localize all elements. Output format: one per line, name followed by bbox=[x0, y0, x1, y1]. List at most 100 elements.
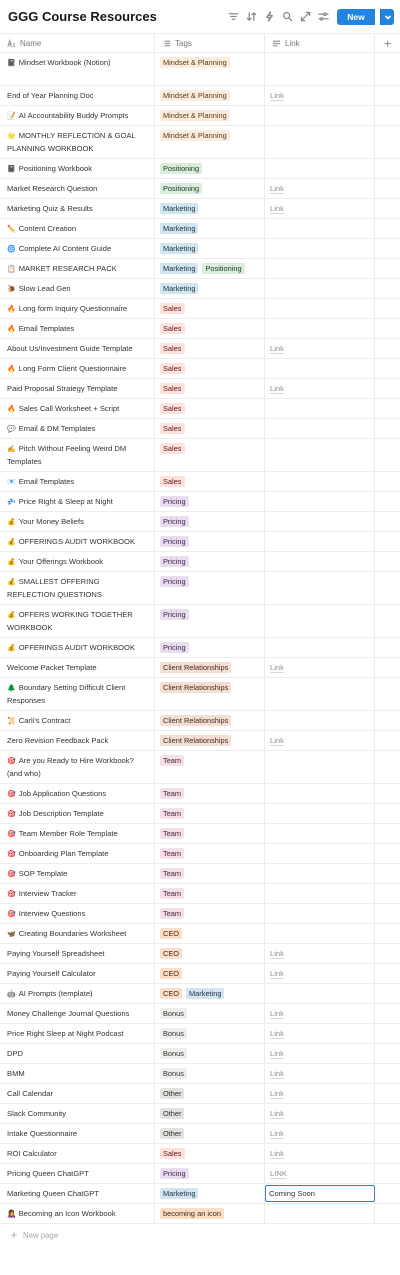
column-header-name[interactable]: Name bbox=[0, 34, 155, 52]
link-cell[interactable] bbox=[265, 106, 375, 125]
tags-cell[interactable]: Bonus bbox=[155, 1064, 265, 1083]
row-title-cell[interactable]: 🎯 Interview Tracker bbox=[0, 884, 155, 903]
row-title-cell[interactable]: Marketing Queen ChatGPT bbox=[0, 1184, 155, 1203]
row-title-cell[interactable]: 🔥 Sales Call Worksheet + Script bbox=[0, 399, 155, 418]
tags-cell[interactable]: Sales bbox=[155, 379, 265, 398]
tags-cell[interactable]: CEO bbox=[155, 944, 265, 963]
table-row[interactable]: 🎯 Job Application Questions Team bbox=[0, 784, 400, 804]
link-cell[interactable] bbox=[265, 984, 375, 1003]
new-page-button[interactable]: New page bbox=[0, 1224, 400, 1246]
row-title-cell[interactable]: 🎯 Interview Questions bbox=[0, 904, 155, 923]
row-title-cell[interactable]: 🎯 Job Application Questions bbox=[0, 784, 155, 803]
row-title-cell[interactable]: Price Right Sleep at Night Podcast bbox=[0, 1024, 155, 1043]
link-cell[interactable] bbox=[265, 678, 375, 710]
tags-cell[interactable]: Team bbox=[155, 784, 265, 803]
table-row[interactable]: Zero Revision Feedback Pack Client Relati… bbox=[0, 731, 400, 751]
table-row[interactable]: Welcome Packet Template Client Relationsh… bbox=[0, 658, 400, 678]
table-row[interactable]: 🔥 Long Form Client Questionnaire Sales bbox=[0, 359, 400, 379]
table-row[interactable]: 💰 OFFERINGS AUDIT WORKBOOK Pricing bbox=[0, 638, 400, 658]
link-cell[interactable] bbox=[265, 219, 375, 238]
tags-cell[interactable]: Sales bbox=[155, 319, 265, 338]
table-row[interactable]: 🎯 Interview Tracker Team bbox=[0, 884, 400, 904]
tags-cell[interactable]: Sales bbox=[155, 359, 265, 378]
link-cell[interactable]: LINK bbox=[265, 1164, 375, 1183]
tags-cell[interactable]: Sales bbox=[155, 299, 265, 318]
row-title-cell[interactable]: Call Calendar bbox=[0, 1084, 155, 1103]
table-row[interactable]: 🎯 Onboarding Plan Template Team bbox=[0, 844, 400, 864]
table-row[interactable]: 📓 Positioning Workbook Positioning bbox=[0, 159, 400, 179]
link-cell[interactable]: Link bbox=[265, 1004, 375, 1023]
row-title-cell[interactable]: 🌀 Complete AI Content Guide bbox=[0, 239, 155, 258]
row-title-cell[interactable]: DPD bbox=[0, 1044, 155, 1063]
link-cell[interactable]: Link bbox=[265, 339, 375, 358]
tags-cell[interactable]: Sales bbox=[155, 339, 265, 358]
table-row[interactable]: 🤖 AI Prompts (template) CEO Marketing bbox=[0, 984, 400, 1004]
link-cell[interactable] bbox=[265, 605, 375, 637]
link-cell[interactable] bbox=[265, 864, 375, 883]
link-cell[interactable] bbox=[265, 512, 375, 531]
row-title-cell[interactable]: Paying Yourself Spreadsheet bbox=[0, 944, 155, 963]
link-text[interactable]: Link bbox=[270, 384, 284, 394]
tags-cell[interactable]: Sales bbox=[155, 472, 265, 491]
table-row[interactable]: 💰 SMALLEST OFFERING REFLECTION QUESTIONS P… bbox=[0, 572, 400, 605]
row-title-cell[interactable]: 📓 Positioning Workbook bbox=[0, 159, 155, 178]
tags-cell[interactable]: Team bbox=[155, 751, 265, 783]
link-cell[interactable] bbox=[265, 711, 375, 730]
table-row[interactable]: About Us/Investment Guide Template Sales L… bbox=[0, 339, 400, 359]
row-title-cell[interactable]: 🎯 Onboarding Plan Template bbox=[0, 844, 155, 863]
link-cell[interactable]: Link bbox=[265, 964, 375, 983]
link-cell[interactable] bbox=[265, 884, 375, 903]
table-row[interactable]: 💰 OFFERINGS AUDIT WORKBOOK Pricing bbox=[0, 532, 400, 552]
table-row[interactable]: Paid Proposal Strategy Template Sales Link bbox=[0, 379, 400, 399]
tags-cell[interactable]: Team bbox=[155, 904, 265, 923]
link-text[interactable]: Link bbox=[270, 184, 284, 194]
tags-cell[interactable]: Team bbox=[155, 884, 265, 903]
tags-cell[interactable]: Marketing bbox=[155, 239, 265, 258]
row-title-cell[interactable]: 📓 Mindset Workbook (Notion) bbox=[0, 53, 155, 85]
link-text[interactable]: Link bbox=[270, 1029, 284, 1039]
row-title-cell[interactable]: 💰 OFFERINGS AUDIT WORKBOOK bbox=[0, 532, 155, 551]
link-cell[interactable] bbox=[265, 492, 375, 511]
table-row[interactable]: 🎯 Are you Ready to Hire Workbook? (and wh… bbox=[0, 751, 400, 784]
link-text[interactable]: Link bbox=[270, 204, 284, 214]
tags-cell[interactable]: Sales bbox=[155, 439, 265, 471]
row-title-cell[interactable]: ✍️ Pitch Without Feeling Weird DM Templat… bbox=[0, 439, 155, 471]
table-row[interactable]: 🦋 Creating Boundaries Worksheet CEO bbox=[0, 924, 400, 944]
tags-cell[interactable]: Sales bbox=[155, 419, 265, 438]
row-title-cell[interactable]: 🔥 Email Templates bbox=[0, 319, 155, 338]
search-icon[interactable] bbox=[281, 10, 294, 23]
link-cell[interactable]: Link bbox=[265, 1124, 375, 1143]
link-cell[interactable] bbox=[265, 572, 375, 604]
row-title-cell[interactable]: 💤 Price Right & Sleep at Night bbox=[0, 492, 155, 511]
row-title-cell[interactable]: 💰 OFFERINGS AUDIT WORKBOOK bbox=[0, 638, 155, 657]
link-text[interactable]: Link bbox=[270, 1069, 284, 1079]
link-text[interactable]: Link bbox=[270, 663, 284, 673]
link-text[interactable]: Link bbox=[270, 969, 284, 979]
table-row[interactable]: 📧 Email Templates Sales bbox=[0, 472, 400, 492]
row-title-cell[interactable]: 🎯 Job Description Template bbox=[0, 804, 155, 823]
row-title-cell[interactable]: 🎯 SOP Template bbox=[0, 864, 155, 883]
table-row[interactable]: 👩‍🎤 Becoming an Icon Workbook becoming an … bbox=[0, 1204, 400, 1224]
link-text[interactable]: Link bbox=[270, 1049, 284, 1059]
table-row[interactable]: Call Calendar Other Link bbox=[0, 1084, 400, 1104]
tags-cell[interactable]: Marketing bbox=[155, 199, 265, 218]
row-title-cell[interactable]: Paying Yourself Calculator bbox=[0, 964, 155, 983]
link-cell[interactable] bbox=[265, 419, 375, 438]
link-cell[interactable] bbox=[265, 532, 375, 551]
link-cell[interactable]: Link bbox=[265, 379, 375, 398]
row-title-cell[interactable]: Marketing Quiz & Results bbox=[0, 199, 155, 218]
table-row[interactable]: 💰 Your Money Beliefs Pricing bbox=[0, 512, 400, 532]
link-cell[interactable] bbox=[265, 239, 375, 258]
link-text[interactable]: Link bbox=[270, 1109, 284, 1119]
tags-cell[interactable]: CEO Marketing bbox=[155, 984, 265, 1003]
table-row[interactable]: Marketing Queen ChatGPT Marketing Coming S… bbox=[0, 1184, 400, 1204]
link-cell[interactable] bbox=[265, 399, 375, 418]
link-cell[interactable]: Link bbox=[265, 179, 375, 198]
link-cell[interactable] bbox=[265, 159, 375, 178]
row-title-cell[interactable]: 📧 Email Templates bbox=[0, 472, 155, 491]
tags-cell[interactable]: Pricing bbox=[155, 512, 265, 531]
link-text[interactable]: Link bbox=[270, 1089, 284, 1099]
table-row[interactable]: 🔥 Email Templates Sales bbox=[0, 319, 400, 339]
row-title-cell[interactable]: 🎯 Team Member Role Template bbox=[0, 824, 155, 843]
link-cell[interactable] bbox=[265, 279, 375, 298]
